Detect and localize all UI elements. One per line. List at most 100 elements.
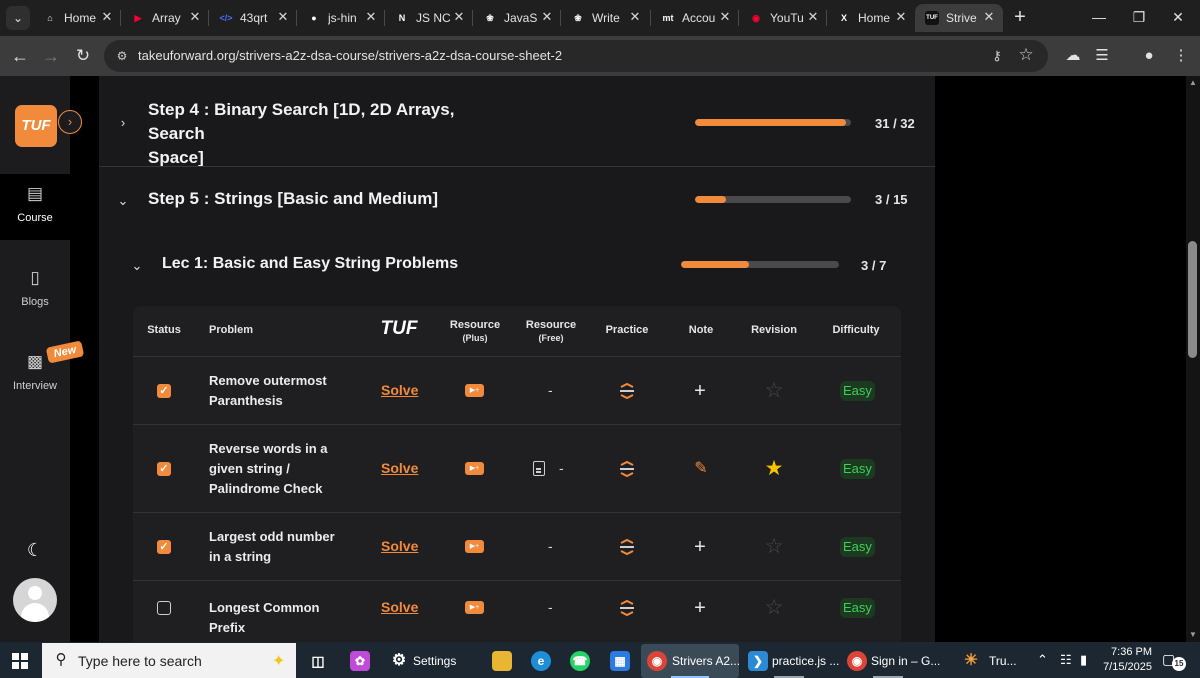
solve-link[interactable]: Solve [381, 599, 418, 615]
browser-tab[interactable]: ◉ YouTu ✕ [739, 4, 827, 32]
close-tab-icon[interactable]: ✕ [451, 9, 467, 25]
step-title[interactable]: Step 4 : Binary Search [1D, 2D Arrays, S… [148, 98, 508, 170]
close-tab-icon[interactable]: ✕ [717, 9, 733, 25]
add-note-icon[interactable]: + [693, 537, 707, 557]
minimize-button[interactable]: — [1087, 6, 1111, 28]
taskbar-search-box[interactable]: ⚲ Type here to search ✦ [42, 643, 296, 678]
codingninjas-practice-icon[interactable] [619, 599, 635, 617]
scroll-up-arrow-icon[interactable]: ▲ [1188, 78, 1198, 88]
new-tab-button[interactable]: + [1010, 6, 1030, 28]
copilot-button[interactable]: ✿ [346, 644, 376, 678]
browser-tab[interactable]: ❀ Write ✕ [561, 4, 649, 32]
codingninjas-practice-icon[interactable] [619, 538, 635, 556]
step-title[interactable]: Step 5 : Strings [Basic and Medium] [148, 187, 438, 211]
lecture-title[interactable]: Lec 1: Basic and Easy String Problems [162, 252, 458, 276]
reload-button[interactable]: ↻ [71, 44, 95, 68]
chevron-down-icon[interactable]: ⌄ [116, 194, 130, 208]
edge-button[interactable]: e [528, 644, 554, 678]
profile-avatar-icon[interactable]: ● [1137, 44, 1161, 68]
video-play-icon[interactable]: ▶+ [465, 384, 484, 397]
chrome-menu-icon[interactable]: ⋮ [1169, 44, 1193, 68]
revision-star-icon[interactable]: ☆ [763, 380, 785, 402]
chevron-right-icon[interactable]: › [116, 116, 130, 130]
browser-tab[interactable]: ❀ JavaS ✕ [473, 4, 561, 32]
browser-tab[interactable]: N JS NC ✕ [385, 4, 473, 32]
edit-note-icon[interactable]: ✎ [692, 460, 710, 478]
bookmark-star-icon[interactable]: ☆ [1016, 45, 1036, 65]
network-icon[interactable]: ☷ [1060, 652, 1072, 668]
extensions-puzzle-icon[interactable]: ☰ [1090, 44, 1114, 68]
revision-star-icon[interactable]: ★ [763, 458, 785, 480]
browser-tab[interactable]: TUF Strive ✕ [915, 4, 1003, 32]
solve-link[interactable]: Solve [381, 538, 418, 554]
battery-icon[interactable]: ▮ [1080, 652, 1087, 668]
scrollbar-track[interactable] [1186, 76, 1200, 642]
notification-count: 15 [1172, 657, 1186, 671]
site-info-icon[interactable]: ⚙ [114, 48, 130, 64]
close-tab-icon[interactable]: ✕ [275, 9, 291, 25]
add-note-icon[interactable]: + [693, 381, 707, 401]
back-button[interactable]: ← [8, 44, 32, 68]
video-play-icon[interactable]: ▶+ [465, 540, 484, 553]
solve-link[interactable]: Solve [381, 382, 418, 398]
forward-button[interactable]: → [39, 44, 63, 68]
browser-tab[interactable]: X Home ✕ [827, 4, 915, 32]
chevron-up-icon[interactable]: ⌃ [1037, 652, 1048, 668]
task-view-button[interactable]: ◫ [305, 644, 331, 678]
video-play-icon[interactable]: ▶+ [465, 601, 484, 614]
codingninjas-practice-icon[interactable] [619, 460, 635, 478]
browser-tab[interactable]: ▶ Array ✕ [121, 4, 209, 32]
sidebar-expand-button[interactable]: › [58, 110, 82, 134]
chevron-down-icon[interactable]: ⌄ [130, 259, 144, 273]
solve-link[interactable]: Solve [381, 460, 418, 476]
password-key-icon[interactable]: ⚷ [988, 46, 1006, 66]
close-tab-icon[interactable]: ✕ [805, 9, 821, 25]
status-checkbox[interactable]: ✓ [157, 384, 171, 398]
chrome-signin-taskbar-app[interactable]: ◉ Sign in – G... [843, 644, 940, 678]
settings-taskbar-app[interactable]: ⚙ Settings [385, 644, 460, 678]
microsoft-store-button[interactable]: ▦ [607, 644, 633, 678]
video-play-icon[interactable]: ▶+ [465, 462, 484, 475]
restore-button[interactable]: ❐ [1127, 6, 1151, 28]
status-checkbox[interactable]: ✓ [157, 462, 171, 476]
extension-icon[interactable]: ☁ [1061, 44, 1085, 68]
close-tab-icon[interactable]: ✕ [363, 9, 379, 25]
close-tab-icon[interactable]: ✕ [893, 9, 909, 25]
vscode-taskbar-app[interactable]: ❯ practice.js ... [744, 644, 840, 678]
windows-start-icon[interactable] [12, 653, 28, 669]
whatsapp-button[interactable]: ☎ [567, 644, 593, 678]
chrome-strivers-taskbar-app[interactable]: ◉ Strivers A2... [641, 644, 740, 678]
scroll-down-arrow-icon[interactable]: ▼ [1188, 630, 1198, 640]
close-tab-icon[interactable]: ✕ [187, 9, 203, 25]
browser-tab[interactable]: </> 43qrt ✕ [209, 4, 297, 32]
youtube-music-icon: ◉ [752, 13, 760, 23]
user-avatar[interactable] [13, 578, 57, 622]
address-bar[interactable]: ⚙ takeuforward.org/strivers-a2z-dsa-cour… [104, 40, 1048, 72]
scrollbar-thumb[interactable] [1188, 241, 1197, 358]
article-doc-icon[interactable] [533, 461, 545, 476]
url-text[interactable]: takeuforward.org/strivers-a2z-dsa-course… [138, 48, 562, 63]
revision-star-icon[interactable]: ☆ [763, 597, 785, 619]
codingninjas-practice-icon[interactable] [619, 382, 635, 400]
close-tab-icon[interactable]: ✕ [981, 9, 997, 25]
status-checkbox[interactable]: ✓ [157, 540, 171, 554]
weather-taskbar-app[interactable]: ☀ Tru... [957, 644, 1023, 678]
notification-center-button[interactable]: ▢ 15 [1162, 651, 1186, 671]
sidebar-item-blogs[interactable]: ▯ Blogs [0, 258, 70, 324]
sidebar-item-course[interactable]: ▤ Course [0, 174, 70, 240]
browser-tab[interactable]: ● js-hin ✕ [297, 4, 385, 32]
tab-search-button[interactable]: ⌄ [6, 6, 30, 30]
browser-tab[interactable]: mt Accou ✕ [651, 4, 739, 32]
browser-tab[interactable]: ⌂ Home ✕ [33, 4, 121, 32]
close-tab-icon[interactable]: ✕ [539, 9, 555, 25]
add-note-icon[interactable]: + [693, 598, 707, 618]
tuf-logo[interactable]: TUF [15, 105, 57, 147]
file-explorer-button[interactable] [489, 644, 515, 678]
status-checkbox[interactable] [157, 601, 171, 615]
revision-star-icon[interactable]: ☆ [763, 536, 785, 558]
taskbar-clock[interactable]: 7:36 PM 7/15/2025 [1100, 645, 1152, 675]
close-tab-icon[interactable]: ✕ [99, 9, 115, 25]
close-tab-icon[interactable]: ✕ [627, 9, 643, 25]
close-window-button[interactable]: ✕ [1166, 6, 1190, 28]
dark-mode-toggle-icon[interactable]: ☾ [25, 540, 45, 560]
